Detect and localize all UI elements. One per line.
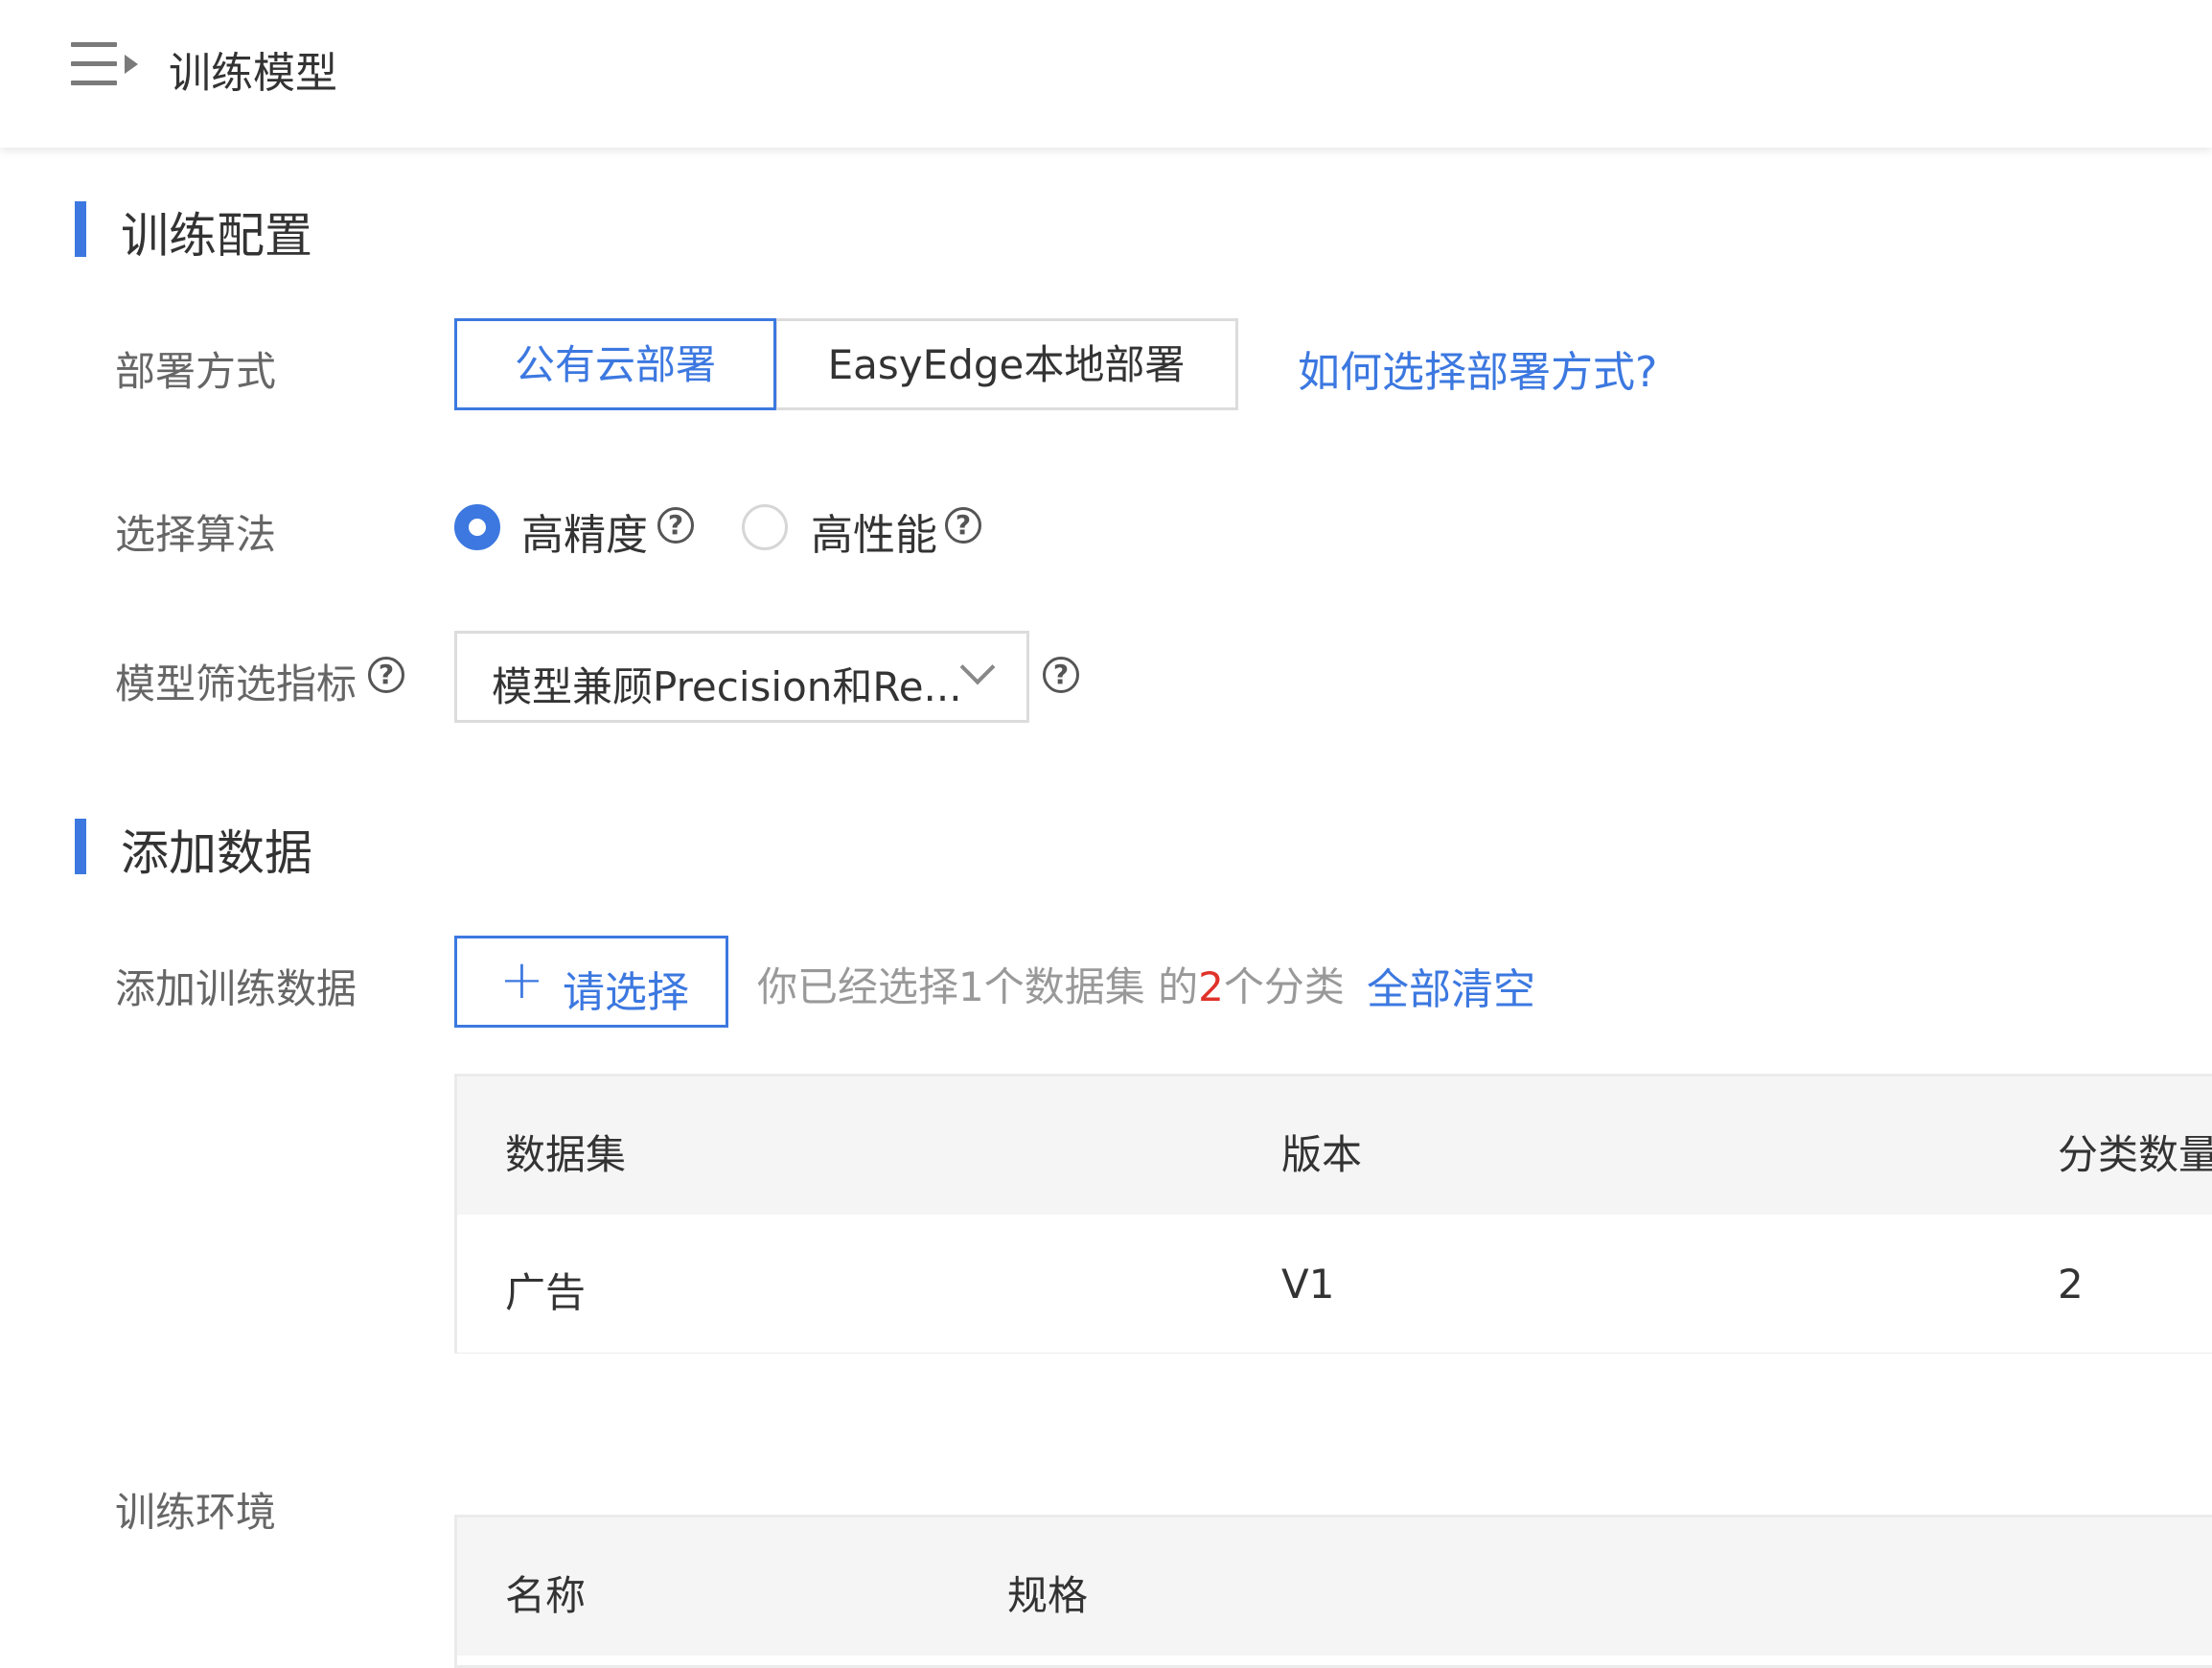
selection-count: 2 xyxy=(1198,963,1224,1010)
cell-dataset: 广告 xyxy=(505,1269,587,1316)
column-header-spec: 规格 xyxy=(1007,1572,1089,1619)
cell-version: V1 xyxy=(1281,1261,1335,1308)
training-environment-label: 训练环境 xyxy=(115,1489,277,1536)
column-header-name: 名称 xyxy=(505,1572,587,1619)
deploy-help-link[interactable]: 如何选择部署方式? xyxy=(1298,337,1657,399)
metric-select[interactable]: 模型兼顾Precision和Re... xyxy=(454,631,1029,723)
page-title: 训练模型 xyxy=(169,49,337,98)
help-icon[interactable]: ? xyxy=(657,507,694,544)
table-row: 广告 V1 2 xyxy=(457,1215,2212,1353)
dataset-table: 数据集 版本 分类数量 广告 V1 2 xyxy=(454,1074,2212,1354)
radio-high-performance[interactable] xyxy=(742,504,788,550)
metric-select-value: 模型兼顾Precision和Re... xyxy=(492,663,962,710)
help-icon[interactable]: ? xyxy=(945,507,981,544)
radio-high-accuracy-label[interactable]: 高精度 xyxy=(521,500,648,562)
column-header-class-count: 分类数量 xyxy=(2058,1131,2212,1178)
table-header: 名称 规格 xyxy=(457,1517,2212,1656)
chevron-down-icon xyxy=(959,649,996,685)
table-header: 数据集 版本 分类数量 xyxy=(457,1077,2212,1215)
select-dataset-button-label: 请选择 xyxy=(563,968,689,1017)
section-title-training-config: 训练配置 xyxy=(121,208,312,264)
radio-high-accuracy[interactable] xyxy=(454,504,500,550)
environment-table: 名称 规格 xyxy=(454,1515,2212,1668)
select-dataset-button[interactable]: + 请选择 xyxy=(454,936,728,1028)
menu-toggle-icon[interactable] xyxy=(71,42,144,86)
deploy-option-public-cloud[interactable]: 公有云部署 xyxy=(454,318,776,410)
column-header-dataset: 数据集 xyxy=(505,1131,627,1178)
help-icon[interactable]: ? xyxy=(1043,657,1079,693)
deploy-option-easyedge[interactable]: EasyEdge本地部署 xyxy=(774,318,1238,410)
column-header-version: 版本 xyxy=(1281,1131,1363,1178)
cell-class-count: 2 xyxy=(2058,1261,2084,1308)
deploy-label: 部署方式 xyxy=(115,348,277,395)
metric-label: 模型筛选指标 xyxy=(115,660,357,707)
section-title-add-data: 添加数据 xyxy=(121,825,312,881)
selection-summary: 你已经选择1个数据集 的2个分类 xyxy=(757,963,1345,1010)
radio-high-performance-label[interactable]: 高性能 xyxy=(811,500,937,562)
section-accent-bar xyxy=(75,819,86,874)
help-icon[interactable]: ? xyxy=(368,657,404,693)
add-training-data-label: 添加训练数据 xyxy=(115,965,357,1012)
algorithm-label: 选择算法 xyxy=(115,511,277,558)
section-accent-bar xyxy=(75,201,86,257)
clear-all-link[interactable]: 全部清空 xyxy=(1367,955,1535,1016)
top-bar: 训练模型 xyxy=(0,0,2212,148)
plus-icon: + xyxy=(499,949,544,1011)
